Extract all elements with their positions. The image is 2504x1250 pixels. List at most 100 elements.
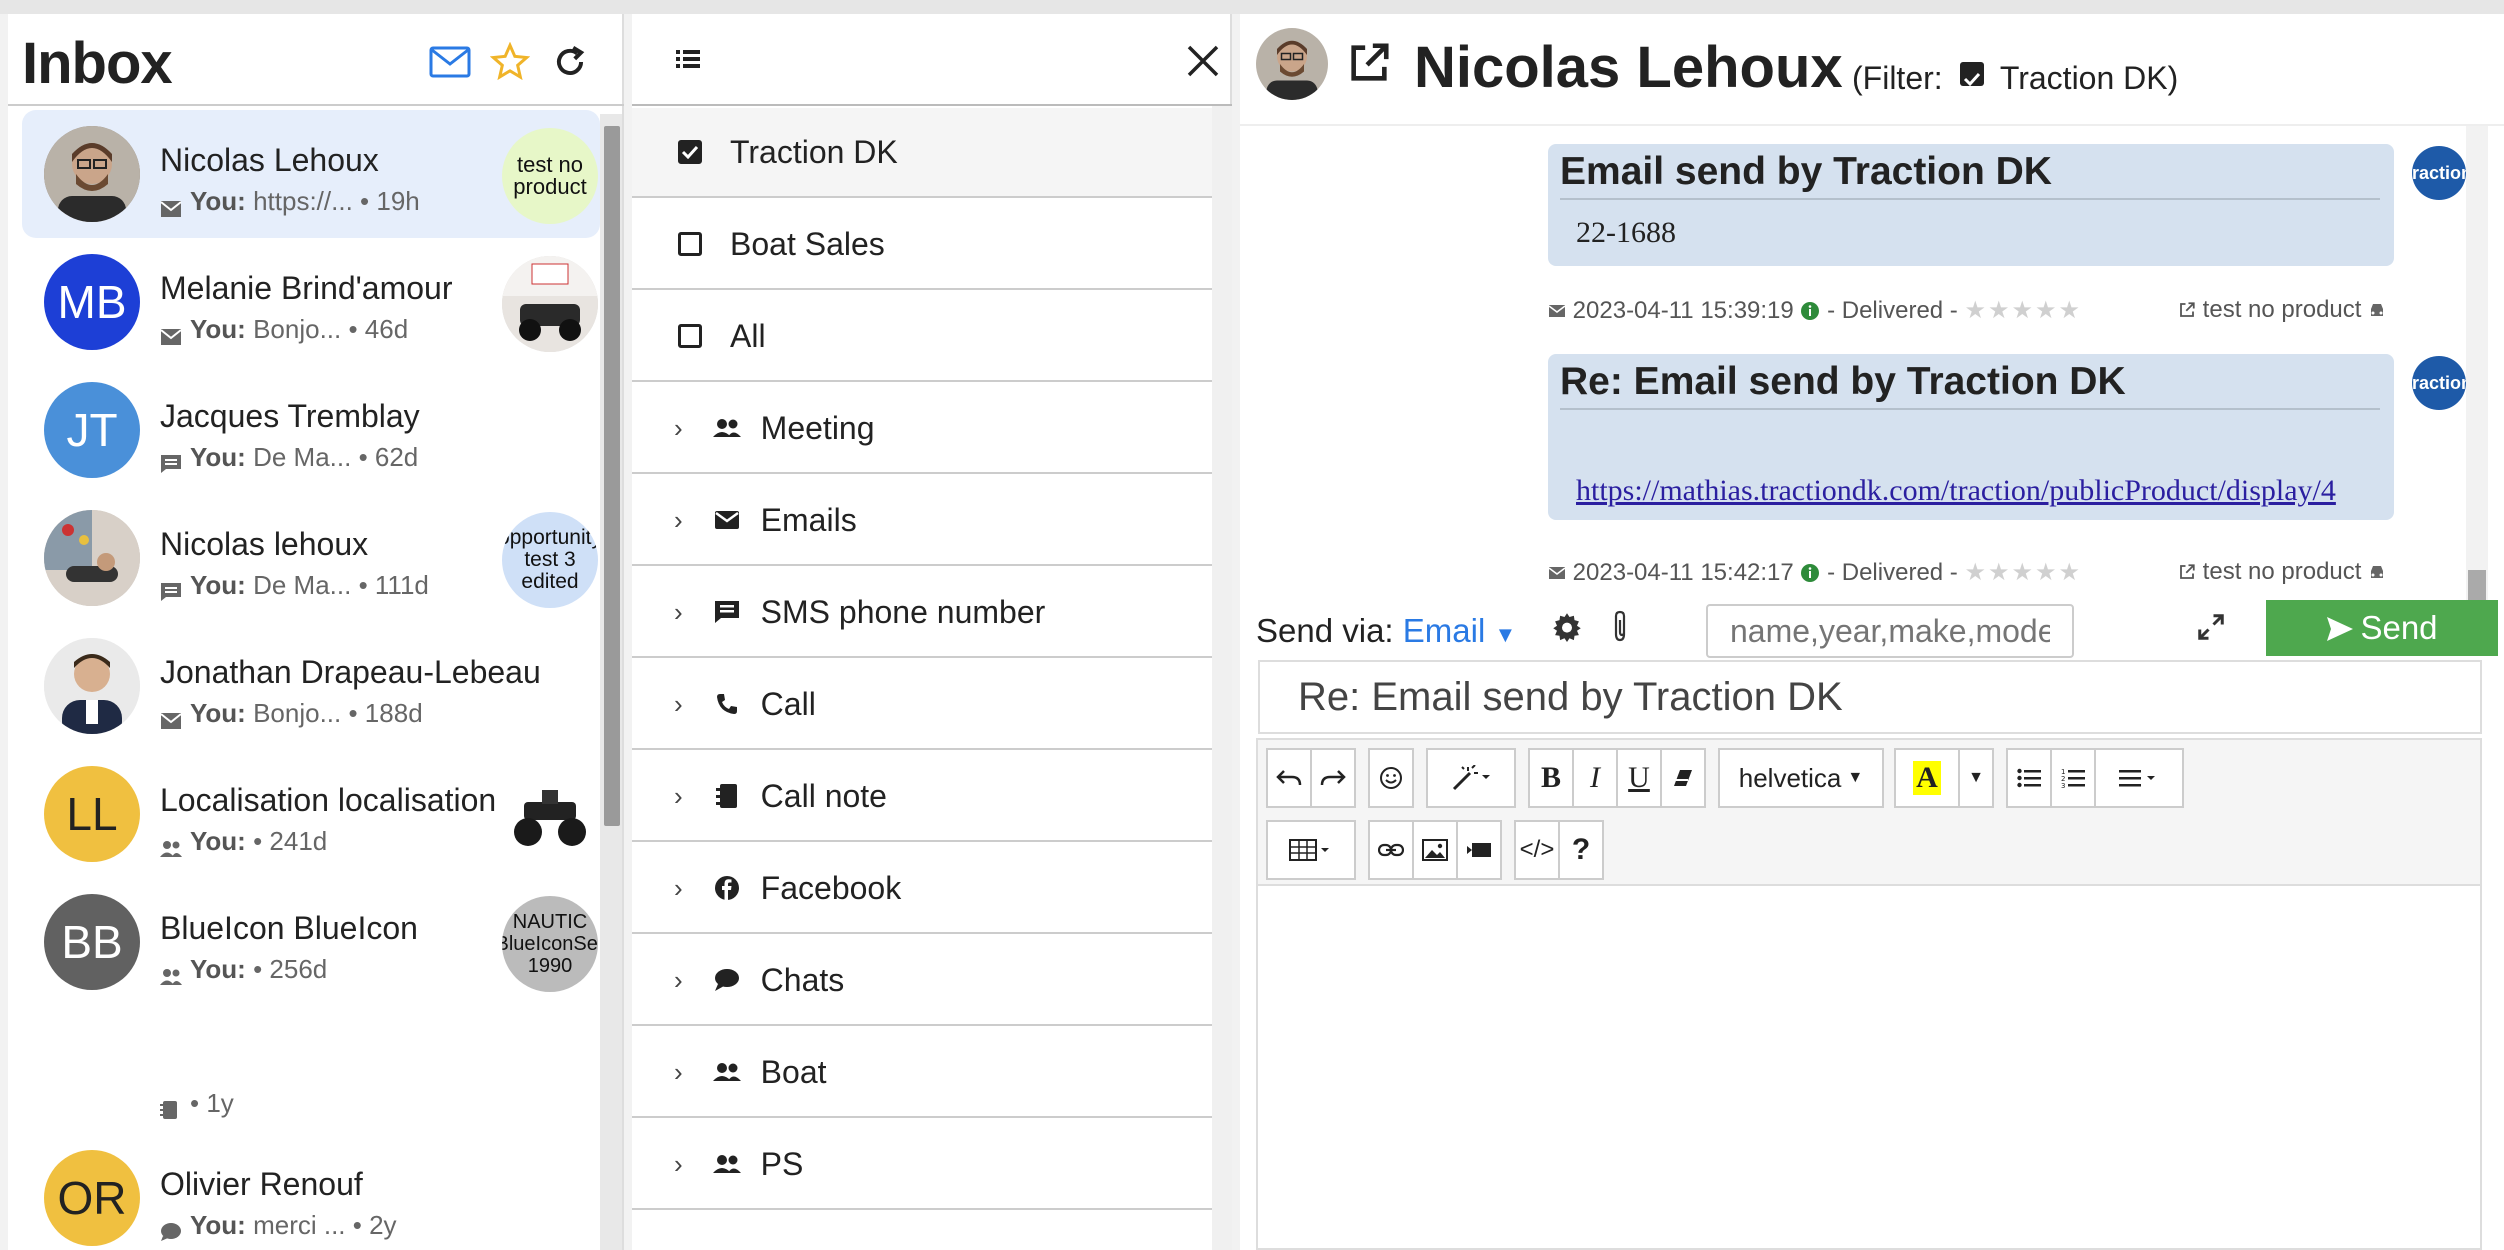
- checkbox-icon[interactable]: [678, 324, 702, 348]
- conversation-item[interactable]: BB BlueIcon BlueIcon You: • 256d NAUTIC …: [22, 878, 600, 1006]
- caret-down-icon[interactable]: ▼: [1494, 622, 1516, 647]
- align-icon[interactable]: [2094, 748, 2184, 808]
- chevron-right-icon[interactable]: ›: [674, 413, 683, 444]
- product-thumbnail[interactable]: opportunity test 3 edited: [502, 512, 598, 608]
- chat-bubble-icon: [160, 578, 182, 602]
- envelope-icon: [160, 706, 182, 730]
- message-product[interactable]: test no product: [2178, 558, 2386, 586]
- conversation-item[interactable]: Nicolas Lehoux You: https://... • 19h te…: [22, 110, 600, 238]
- filter-label: Meeting: [760, 409, 875, 446]
- checkbox-icon[interactable]: [678, 232, 702, 256]
- chevron-right-icon[interactable]: ›: [674, 965, 683, 996]
- conversation-item[interactable]: OR Olivier Renouf You: merci ... • 2y: [22, 1134, 600, 1250]
- underline-icon[interactable]: U: [1616, 748, 1662, 808]
- code-view-icon[interactable]: </>: [1514, 820, 1560, 880]
- rating-stars-icon[interactable]: ★★★★★: [1964, 296, 2082, 325]
- filter-group-ps[interactable]: › PS: [632, 1120, 1212, 1210]
- conversation-item[interactable]: • 1y: [22, 1006, 600, 1134]
- conversation-preview: You: https://... • 19h: [160, 186, 420, 218]
- conversation-item[interactable]: Nicolas lehoux You: De Ma... • 111d oppo…: [22, 494, 600, 622]
- image-icon[interactable]: [1412, 820, 1458, 880]
- filter-group-chats[interactable]: › Chats: [632, 936, 1212, 1026]
- conversation-item[interactable]: JT Jacques Tremblay You: De Ma... • 62d: [22, 366, 600, 494]
- inbox-scroll-thumb[interactable]: [604, 126, 620, 826]
- filter-boat-sales[interactable]: Boat Sales: [632, 200, 1212, 290]
- chevron-right-icon[interactable]: ›: [674, 781, 683, 812]
- envelope-icon[interactable]: [426, 38, 474, 86]
- filter-group-facebook[interactable]: › Facebook: [632, 844, 1212, 934]
- chevron-right-icon[interactable]: ›: [674, 1057, 683, 1088]
- traction-avatar: traction: [2412, 356, 2466, 410]
- send-button[interactable]: Send: [2266, 600, 2498, 656]
- filter-group-meeting[interactable]: › Meeting: [632, 384, 1212, 474]
- product-thumbnail[interactable]: [502, 256, 598, 352]
- product-thumbnail[interactable]: [502, 768, 598, 864]
- message-body: 22-1688: [1576, 216, 1676, 249]
- subject-input[interactable]: [1258, 660, 2482, 734]
- gear-icon[interactable]: [1552, 612, 1582, 647]
- font-family-dropdown[interactable]: helvetica ▼: [1718, 748, 1884, 808]
- message-link[interactable]: https://mathias.tractiondk.com/traction/…: [1576, 474, 2336, 507]
- emoji-icon[interactable]: [1368, 748, 1414, 808]
- info-icon[interactable]: [1800, 297, 1820, 324]
- filter-group-boat[interactable]: › Boat: [632, 1028, 1212, 1118]
- send-via-dropdown[interactable]: Email: [1403, 612, 1486, 649]
- chevron-right-icon[interactable]: ›: [674, 689, 683, 720]
- text-color-icon[interactable]: A: [1894, 748, 1960, 808]
- checkbox-checked-icon[interactable]: [678, 140, 702, 164]
- inbox-header: Inbox: [8, 14, 624, 106]
- product-thumbnail[interactable]: NAUTIC BlueIconSer 1990: [502, 896, 598, 992]
- close-icon[interactable]: [1186, 44, 1220, 83]
- italic-icon[interactable]: I: [1572, 748, 1618, 808]
- message-product[interactable]: test no product: [2178, 296, 2386, 324]
- bold-icon[interactable]: B: [1528, 748, 1574, 808]
- product-label: test no product: [2202, 296, 2362, 323]
- bullet-list-icon[interactable]: [2006, 748, 2052, 808]
- table-icon[interactable]: [1266, 820, 1356, 880]
- filter-group-call-note[interactable]: › Call note: [632, 752, 1212, 842]
- paperclip-icon[interactable]: [1610, 610, 1630, 649]
- product-search-input[interactable]: [1706, 604, 2074, 658]
- send-via[interactable]: Send via: Email ▼: [1256, 612, 1516, 650]
- chevron-right-icon[interactable]: ›: [674, 1149, 683, 1180]
- help-icon[interactable]: ?: [1558, 820, 1604, 880]
- conversation-item[interactable]: LL Localisation localisation You: • 241d: [22, 750, 600, 878]
- active-filter: (Filter: Traction DK): [1852, 60, 2178, 97]
- refresh-icon[interactable]: [546, 38, 594, 86]
- filter-group-call[interactable]: › Call: [632, 660, 1212, 750]
- filter-label: Facebook: [760, 869, 902, 906]
- thread-scroll-thumb[interactable]: [2468, 570, 2486, 600]
- star-icon[interactable]: [486, 38, 534, 86]
- thread-scrollbar[interactable]: [2466, 126, 2488, 600]
- message-editor[interactable]: B I U helvetica ▼ A ▼ 123 </> ?: [1256, 738, 2482, 1250]
- conversation-item[interactable]: MB Melanie Brind'amour You: Bonjo... • 4…: [22, 238, 600, 366]
- video-icon[interactable]: [1456, 820, 1502, 880]
- chevron-right-icon[interactable]: ›: [674, 597, 683, 628]
- you-label: You:: [190, 186, 246, 216]
- link-icon[interactable]: [1368, 820, 1414, 880]
- product-thumbnail[interactable]: test no product: [502, 128, 598, 224]
- filter-traction-dk[interactable]: Traction DK: [632, 108, 1212, 198]
- eraser-icon[interactable]: [1660, 748, 1706, 808]
- info-icon[interactable]: [1800, 559, 1820, 586]
- conversation-item[interactable]: Jonathan Drapeau-Lebeau You: Bonjo... • …: [22, 622, 600, 750]
- chevron-right-icon[interactable]: ›: [674, 505, 683, 536]
- redo-icon[interactable]: [1310, 748, 1356, 808]
- filter-scrollbar[interactable]: [1212, 106, 1232, 1250]
- open-external-icon[interactable]: [1346, 40, 1392, 91]
- send-arrow-icon: [2326, 609, 2360, 647]
- filter-group-emails[interactable]: › Emails: [632, 476, 1212, 566]
- expand-icon[interactable]: [2196, 612, 2226, 647]
- magic-wand-icon[interactable]: [1426, 748, 1516, 808]
- chevron-right-icon[interactable]: ›: [674, 873, 683, 904]
- filter-group-sms[interactable]: › SMS phone number: [632, 568, 1212, 658]
- list-icon[interactable]: [676, 48, 700, 75]
- numbered-list-icon[interactable]: 123: [2050, 748, 2096, 808]
- caret-down-icon[interactable]: ▼: [1958, 748, 1994, 808]
- rating-stars-icon[interactable]: ★★★★★: [1964, 558, 2082, 587]
- undo-icon[interactable]: [1266, 748, 1312, 808]
- avatar-initials: OR: [57, 1172, 127, 1224]
- filter-all[interactable]: All: [632, 292, 1212, 382]
- you-label: You:: [190, 826, 246, 856]
- conversation-panel: Nicolas Lehoux (Filter: Traction DK) Ema…: [1240, 14, 2504, 1250]
